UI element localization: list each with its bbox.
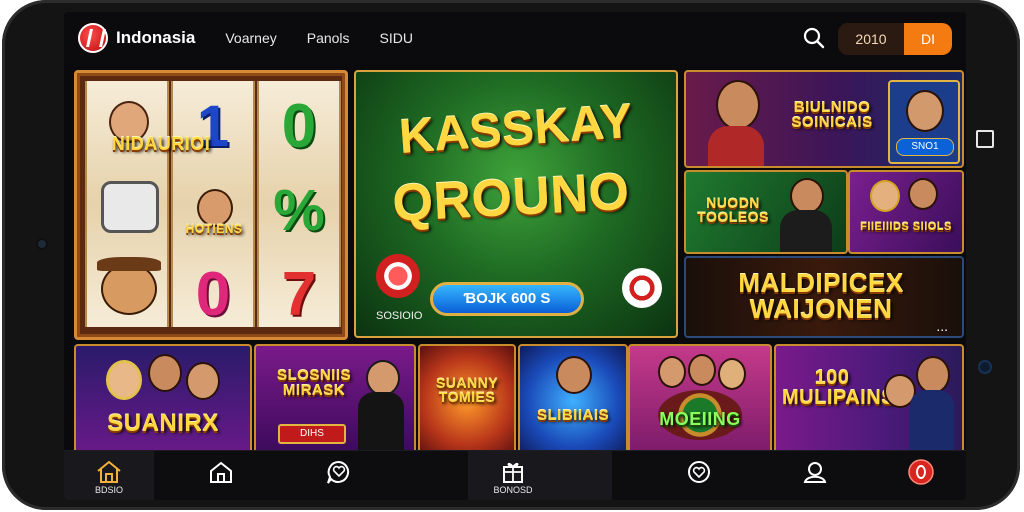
mid2-tile-title: FIIEIIIDS SIIOLS [860, 221, 952, 233]
bottom-tile-1-title: SUANIRX [107, 410, 219, 437]
coin-balance[interactable]: 2010 DI [838, 23, 952, 55]
character-body [910, 390, 954, 452]
bottom-tile-2-title: SLOSNIIS MIRASK [276, 367, 351, 399]
nav-chat[interactable] [654, 451, 744, 500]
heart-chat-icon [327, 460, 350, 484]
character-body [358, 392, 404, 452]
bottom-tile-1[interactable]: SUANIRX [74, 344, 252, 458]
hero-title-line1: KASSKAY [397, 94, 635, 165]
nav-bonus-label: BONOSD [493, 485, 533, 495]
nav-casino[interactable] [876, 451, 966, 500]
featured-game-hero[interactable]: KASSKAY QROUNO ƁOJK 600 S SOSIOIO [354, 70, 678, 338]
character-body [708, 126, 764, 166]
bottom-tile-3[interactable]: SUANNY TOMIES [418, 344, 516, 458]
more-dots-icon[interactable]: ... [936, 318, 948, 334]
hero-title-line2: QROUNO [391, 162, 631, 234]
bottom-tile-2-badge[interactable]: DIHS [278, 424, 346, 444]
bottom-tile-2[interactable]: SLOSNIIS MIRASK DIHS [254, 344, 416, 458]
character-face [870, 180, 900, 212]
top-header: Indonasia Voarney Panols SIDU 2010 DI [64, 12, 966, 64]
character-face [790, 178, 824, 214]
character-face [556, 356, 592, 394]
cowboy-hat-icon [97, 257, 161, 271]
nav-favorites[interactable] [294, 451, 384, 500]
reel-2: 1 0 [171, 81, 255, 329]
sensor-dot [980, 362, 990, 372]
nav-item-2[interactable]: Panols [307, 30, 350, 46]
game-tile-mid-1[interactable]: NUODN TOOLEOS [684, 170, 848, 254]
square-button[interactable] [976, 130, 994, 148]
bottom-tile-3-title: SUANNY TOMIES [435, 375, 499, 405]
app-screen: Indonasia Voarney Panols SIDU 2010 DI 1 … [64, 12, 966, 500]
bottom-tile-5-title: MOEIING [659, 409, 741, 429]
slot-banner: NIDAURIOI [111, 134, 211, 154]
nav-lobby[interactable] [176, 451, 266, 500]
top-tile-title: BIULNIDO SOINICAIS [791, 99, 873, 131]
mid1-tile-title: NUODN TOOLEOS [697, 195, 769, 225]
nav-home-label: BDSIO [94, 485, 123, 495]
game-tile-mid-2[interactable]: FIIEIIIDS SIIOLS [848, 170, 964, 254]
top-nav: Voarney Panols SIDU [225, 30, 413, 46]
character-face [186, 362, 220, 400]
character-face [908, 178, 938, 210]
reel-3: 0 % 7 [257, 81, 341, 329]
deposit-button[interactable]: DI [904, 23, 952, 55]
bottom-tile-6[interactable]: 100 MULIPAINS [774, 344, 964, 458]
home-icon [97, 460, 121, 483]
character-face [106, 360, 142, 400]
character-body [780, 210, 832, 252]
phone-frame: Indonasia Voarney Panols SIDU 2010 DI 1 … [2, 0, 1020, 510]
logo-mark-icon [78, 23, 108, 53]
top-tile-badge[interactable]: SNO1 [896, 138, 954, 156]
reel-symbol-5: % [273, 178, 325, 243]
reel-symbol-4: 0 [281, 92, 317, 161]
gift-icon [503, 462, 523, 483]
character-face [366, 360, 400, 396]
house-outline-icon [210, 461, 232, 483]
reel-symbol-3: 0 [195, 260, 231, 329]
bottom-tile-4-title: SLIBIIAIS [536, 407, 609, 424]
slot-middle-label: HOTIENS [185, 222, 243, 236]
nav-bonus[interactable]: BONOSD [468, 451, 558, 500]
character-face [716, 80, 760, 130]
profile-icon [803, 462, 827, 483]
play-now-button[interactable]: ƁOJK 600 S [430, 282, 584, 316]
poker-chip-icon [622, 268, 662, 308]
character-face [916, 356, 950, 394]
nav-profile[interactable] [770, 451, 860, 500]
bottom-tile-5[interactable]: MOEIING [628, 344, 772, 458]
slot-machine-tile[interactable]: 1 0 0 % 7 NIDAURIOI HOTIENS [74, 70, 348, 340]
character-face [148, 354, 182, 392]
chat-heart-icon [688, 461, 710, 483]
phone-preview: SNO1 [888, 80, 960, 164]
coin-amount: 2010 [855, 31, 887, 47]
search-icon[interactable] [802, 26, 826, 50]
wide-tile-title: MALDIPICEX WAIJONEN [738, 268, 904, 324]
hero-caption: SOSIOIO [376, 310, 423, 322]
character-face [718, 358, 746, 390]
bottom-nav: BDSIO BONOSD [64, 450, 966, 500]
game-tile-top[interactable]: BIULNIDO SOINICAIS SNO1 [684, 70, 964, 168]
chip-icon [908, 459, 934, 485]
logo[interactable]: Indonasia [78, 23, 195, 53]
money-bag-icon [101, 181, 159, 233]
nav-item-3[interactable]: SIDU [380, 30, 413, 46]
bottom-tile-6-title: 100 MULIPAINS [782, 367, 896, 409]
nav-item-1[interactable]: Voarney [225, 30, 276, 46]
game-tile-wide[interactable]: MALDIPICEX WAIJONEN ... [684, 256, 964, 338]
reel-symbol-6: 7 [281, 260, 317, 329]
camera-dot [38, 240, 46, 248]
logo-text: Indonasia [116, 28, 196, 47]
character-face [658, 356, 686, 388]
reel-1 [85, 81, 169, 327]
character-face [906, 90, 944, 132]
character-face [688, 354, 716, 386]
nav-home[interactable]: BDSIO [64, 451, 154, 500]
bottom-tile-4[interactable]: SLIBIIAIS [518, 344, 628, 458]
poker-chip-icon [376, 254, 420, 298]
